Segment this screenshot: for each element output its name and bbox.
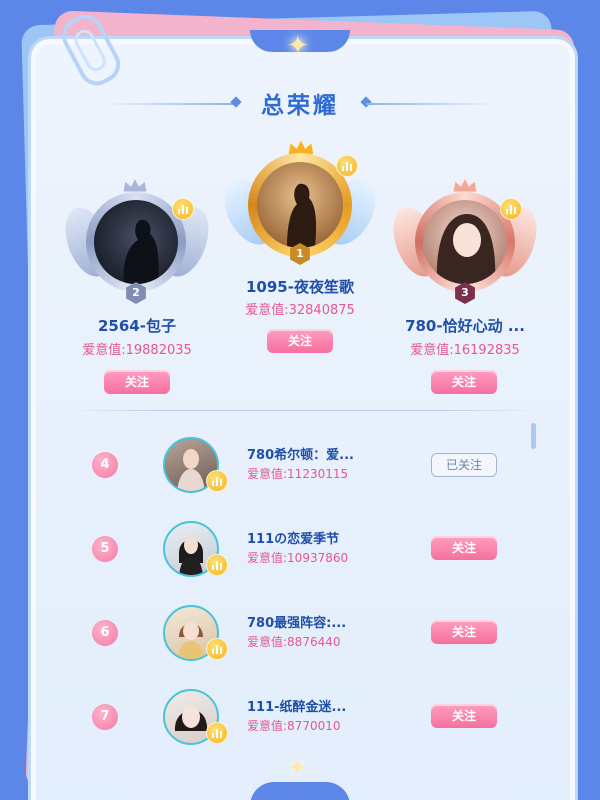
- bar-chart-badge-icon: [206, 470, 228, 492]
- card-bottom-notch: [250, 782, 350, 800]
- list-item[interactable]: 4 780希尔顿：爱... 爱意值:11230115 已关注: [60, 432, 540, 498]
- podium-3-name: 780-恰好心动 ...: [405, 317, 525, 335]
- podium-rank-1[interactable]: 1: [214, 133, 386, 273]
- user-name: 780最强阵容:...: [247, 616, 347, 631]
- score-value: 32840875: [288, 303, 355, 318]
- user-score: 爱意值:11230115: [247, 465, 348, 482]
- follow-button[interactable]: 关注: [431, 620, 497, 644]
- bar-chart-badge-icon: [206, 722, 228, 744]
- score-label: 爱意值:: [410, 343, 454, 358]
- podium-rank-2[interactable]: 2: [56, 170, 218, 310]
- bar-chart-badge-icon: [206, 554, 228, 576]
- follow-button[interactable]: 关注: [267, 329, 333, 353]
- list-item[interactable]: 5 111の恋爱季节 爱意值:10937860 关注: [60, 516, 540, 582]
- page-title: 总荣耀: [261, 93, 339, 119]
- user-name: 780希尔顿：爱...: [247, 448, 354, 463]
- avatar: [423, 200, 507, 284]
- avatar: [94, 200, 178, 284]
- leaderboard-title-bar: 总荣耀: [0, 84, 600, 124]
- score-label: 爱意值:: [247, 719, 288, 733]
- podium-2-name: 2564-包子: [98, 317, 176, 335]
- user-score: 爱意值:8770010: [247, 717, 341, 734]
- follow-button[interactable]: 关注: [431, 536, 497, 560]
- user-name: 111の恋爱季节: [247, 532, 340, 547]
- podium-1-score: 爱意值:32840875: [224, 299, 376, 318]
- score-label: 爱意值:: [247, 635, 288, 649]
- avatar-silhouette: [287, 183, 317, 248]
- avatar-portrait: [436, 214, 496, 284]
- avatar-silhouette: [123, 219, 159, 284]
- bar-chart-badge-icon: [336, 155, 358, 177]
- section-divider: [66, 410, 538, 411]
- score-value: 8876440: [287, 635, 341, 649]
- rank-number: 7: [92, 704, 118, 730]
- avatar: [257, 162, 343, 248]
- rank-number: 6: [92, 620, 118, 646]
- follow-button[interactable]: 关注: [431, 704, 497, 728]
- podium-2-score: 爱意值:19882035: [62, 339, 212, 358]
- list-item[interactable]: 6 780最强阵容:... 爱意值:8876440 关注: [60, 600, 540, 666]
- diamond-icon: [360, 96, 372, 108]
- title-divider-right: [366, 103, 496, 105]
- title-divider-left: [104, 103, 234, 105]
- score-value: 8770010: [287, 719, 341, 733]
- podium-3-score: 爱意值:16192835: [390, 339, 540, 358]
- score-value: 19882035: [125, 343, 192, 358]
- score-label: 爱意值:: [245, 303, 289, 318]
- rank-number: 4: [92, 452, 118, 478]
- bar-chart-badge-icon: [172, 198, 194, 220]
- bar-chart-badge-icon: [500, 198, 522, 220]
- score-value: 10937860: [287, 551, 349, 565]
- score-value: 11230115: [287, 467, 349, 481]
- rank-number: 5: [92, 536, 118, 562]
- podium-1-name: 1095-夜夜笙歌: [246, 278, 354, 296]
- list-item[interactable]: 7 111-纸醉金迷... 爱意值:8770010 关注: [60, 684, 540, 750]
- score-value: 16192835: [453, 343, 520, 358]
- user-score: 爱意值:10937860: [247, 549, 348, 566]
- user-score: 爱意值:8876440: [247, 633, 341, 650]
- follow-button[interactable]: 关注: [431, 370, 497, 394]
- sparkle-star-icon: ✦: [287, 31, 309, 61]
- score-label: 爱意值:: [247, 551, 288, 565]
- podium-rank-3[interactable]: 3: [384, 170, 546, 310]
- user-name: 111-纸醉金迷...: [247, 700, 347, 715]
- leaderboard-screen: ✦ ✦ 总荣耀 2 2564-包子 爱意值:19882035 关注 1 1095…: [0, 0, 600, 800]
- followed-button[interactable]: 已关注: [431, 453, 497, 477]
- score-label: 爱意值:: [82, 343, 126, 358]
- bar-chart-badge-icon: [206, 638, 228, 660]
- sparkle-star-icon: ✦: [288, 756, 307, 781]
- follow-button[interactable]: 关注: [104, 370, 170, 394]
- score-label: 爱意值:: [247, 467, 288, 481]
